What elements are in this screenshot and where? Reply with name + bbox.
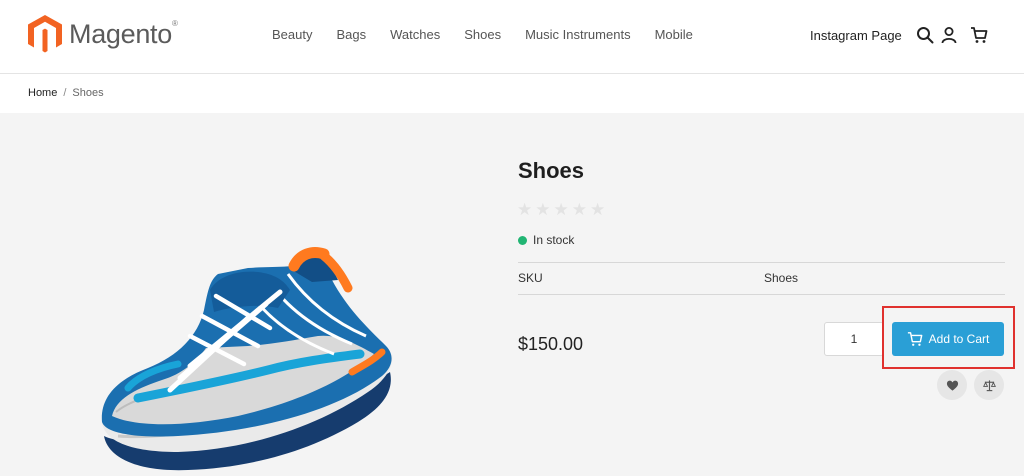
product-rating-stars[interactable]: ★ ★ ★ ★ ★ [517, 201, 608, 218]
sku-value: Shoes [764, 271, 799, 285]
add-to-compare-button[interactable] [974, 370, 1004, 400]
stock-status-text: In stock [533, 233, 575, 247]
rating-star-icon: ★ [571, 200, 587, 219]
product-title: Shoes [518, 158, 585, 183]
breadcrumb: Home / Shoes [28, 87, 104, 99]
magento-logo[interactable]: Magento® [27, 14, 178, 54]
instagram-page-link[interactable]: Instagram Page [810, 28, 902, 43]
rating-star-icon: ★ [553, 200, 569, 219]
stock-status: In stock [518, 233, 574, 247]
divider [518, 294, 1005, 295]
logo-text: Magento® [69, 18, 178, 49]
nav-item-watches[interactable]: Watches [390, 27, 440, 42]
nav-item-bags[interactable]: Bags [336, 27, 366, 42]
breadcrumb-separator: / [63, 87, 67, 99]
heart-icon [946, 380, 958, 391]
cart-icon[interactable] [970, 26, 988, 44]
breadcrumb-current: Shoes [72, 87, 104, 99]
rating-star-icon: ★ [517, 200, 533, 219]
sku-label: SKU [518, 271, 543, 285]
breadcrumb-home-link[interactable]: Home [28, 87, 57, 99]
product-price: $150.00 [518, 334, 584, 354]
divider [518, 262, 1005, 263]
nav-item-beauty[interactable]: Beauty [272, 27, 312, 42]
quantity-input[interactable] [824, 322, 884, 356]
main-navigation: Beauty Bags Watches Shoes Music Instrume… [272, 27, 717, 42]
add-to-wishlist-button[interactable] [937, 370, 967, 400]
rating-star-icon: ★ [535, 200, 551, 219]
header-actions: Instagram Page [810, 26, 988, 44]
highlight-box [882, 306, 1015, 369]
site-header: Magento® Beauty Bags Watches Shoes Music… [0, 0, 1024, 74]
nav-item-music-instruments[interactable]: Music Instruments [525, 27, 630, 42]
compare-scale-icon [982, 379, 996, 391]
product-image[interactable] [98, 140, 398, 476]
nav-item-mobile[interactable]: Mobile [655, 27, 693, 42]
stock-indicator-dot [518, 235, 527, 245]
magento-logo-icon [28, 15, 62, 53]
rating-star-icon: ★ [590, 200, 606, 219]
nav-item-shoes[interactable]: Shoes [464, 27, 501, 42]
user-icon[interactable] [940, 26, 958, 44]
search-icon[interactable] [916, 26, 934, 44]
